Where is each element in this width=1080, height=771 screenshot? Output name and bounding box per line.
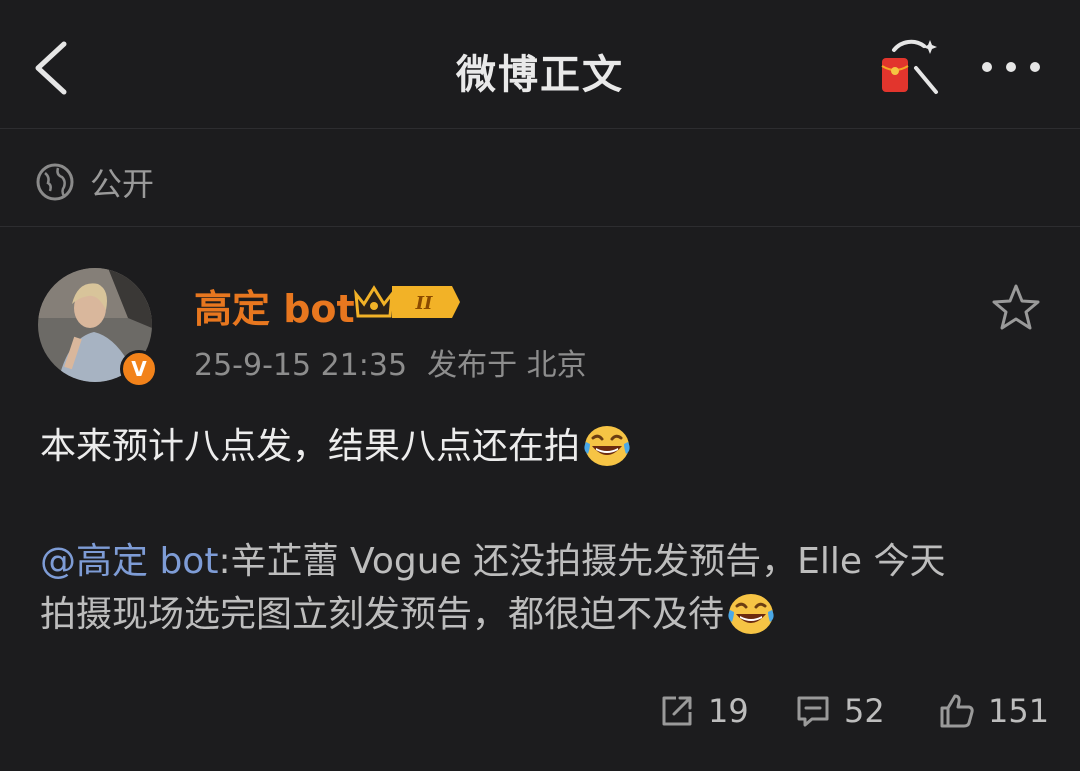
header-divider	[0, 128, 1080, 129]
repost-count: 19	[708, 692, 749, 730]
laugh-cry-emoji-icon	[584, 426, 630, 466]
repost-button[interactable]: 19	[658, 686, 749, 736]
thumbs-up-icon	[940, 694, 974, 728]
quoted-text-2: 拍摄现场选完图立刻发预告，都很迫不及待	[40, 594, 725, 635]
like-button[interactable]: 151	[938, 686, 1049, 736]
repost-icon	[662, 696, 692, 726]
quoted-post[interactable]: @高定 bot:辛芷蕾 Vogue 还没拍摄先发预告，Elle 今天 拍摄现场选…	[40, 536, 1050, 641]
globe-icon	[36, 163, 74, 201]
post-content: 本来预计八点发，结果八点还在拍	[40, 426, 581, 467]
comment-button[interactable]: 52	[794, 686, 885, 736]
post-meta: 25-9-15 21:35 发布于 北京	[194, 340, 587, 384]
top-bar: 微博正文	[0, 0, 1080, 128]
post-text: 本来预计八点发，结果八点还在拍	[40, 420, 634, 473]
more-dots-icon[interactable]	[978, 44, 1044, 90]
red-packet-icon[interactable]	[876, 38, 940, 98]
quoted-line-2: 拍摄现场选完图立刻发预告，都很迫不及待	[40, 588, 1050, 641]
visibility-label: 公开	[90, 165, 155, 203]
quoted-line-1: @高定 bot:辛芷蕾 Vogue 还没拍摄先发预告，Elle 今天	[40, 536, 1050, 588]
like-count: 151	[988, 692, 1050, 730]
crown-level-badge-icon: II	[354, 285, 460, 318]
favorite-star-icon[interactable]	[990, 282, 1042, 334]
author-name[interactable]: 高定 bot	[194, 278, 355, 333]
mention-link[interactable]: @高定 bot	[40, 541, 218, 582]
verified-badge: V	[120, 350, 158, 388]
comment-icon	[797, 696, 829, 727]
laugh-cry-emoji-icon	[728, 594, 774, 634]
section-divider	[0, 226, 1080, 227]
quoted-text-1: :辛芷蕾 Vogue 还没拍摄先发预告，Elle 今天	[218, 541, 946, 582]
post-time: 25-9-15 21:35	[194, 348, 408, 383]
member-level-text: II	[415, 293, 433, 314]
visibility-row: 公开	[36, 156, 154, 208]
post-location: 发布于 北京	[427, 348, 587, 383]
comment-count: 52	[844, 692, 885, 730]
avatar[interactable]: V	[38, 268, 158, 388]
